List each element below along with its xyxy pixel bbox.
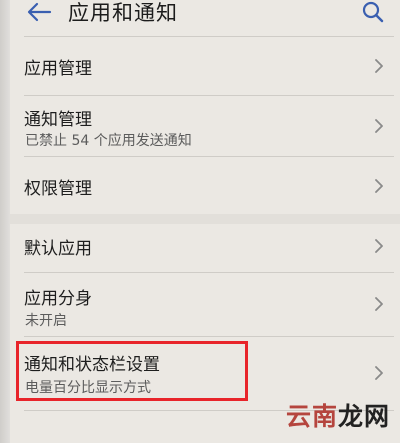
device-bezel [0, 0, 10, 443]
item-label: 默认应用 [24, 239, 92, 259]
top-bar: 应用和通知 [10, 0, 400, 34]
item-label: 权限管理 [24, 179, 92, 199]
chevron-right-icon [374, 365, 384, 381]
chevron-right-icon [374, 296, 384, 312]
item-label: 应用管理 [24, 59, 92, 79]
back-arrow-icon[interactable] [26, 1, 52, 23]
item-label: 通知管理 [24, 110, 92, 130]
list-item-app-management[interactable]: 应用管理 [10, 37, 400, 95]
item-subtitle: 已禁止 54 个应用发送通知 [25, 133, 192, 149]
list-item-app-twin[interactable]: 应用分身 未开启 [10, 273, 400, 336]
item-label: 应用分身 [24, 289, 92, 309]
chevron-right-icon [374, 238, 384, 254]
chevron-right-icon [374, 118, 384, 134]
screen: 应用和通知 应用管理 通知管理 已禁止 54 个应用发送通知 权限管理 默认应用… [10, 0, 400, 443]
search-icon[interactable] [362, 1, 384, 23]
list-item-permission-management[interactable]: 权限管理 [10, 157, 400, 214]
highlight-annotation [16, 341, 248, 401]
group-separator [10, 214, 400, 224]
chevron-right-icon [374, 58, 384, 74]
list-item-notification-management[interactable]: 通知管理 已禁止 54 个应用发送通知 [10, 96, 400, 156]
list-item-default-apps[interactable]: 默认应用 [10, 224, 400, 272]
item-subtitle: 未开启 [25, 313, 67, 329]
page-title: 应用和通知 [68, 1, 178, 25]
watermark-logo: 云南龙网 [285, 402, 390, 431]
chevron-right-icon [374, 178, 384, 194]
